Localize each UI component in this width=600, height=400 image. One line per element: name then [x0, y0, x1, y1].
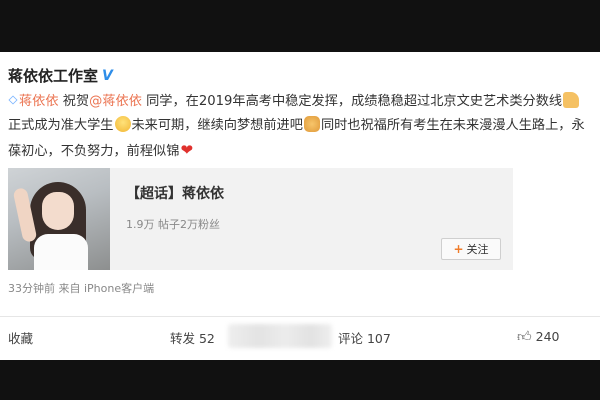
post-text-segment: 同学，在2019年高考中稳定发挥，成绩稳稳超过北京文史艺术类分数线: [146, 94, 563, 109]
follow-button[interactable]: + 关注: [441, 238, 501, 260]
favorite-label: 收藏: [8, 331, 34, 346]
repost-label: 转发 52: [170, 331, 215, 346]
post-header: 蒋依依工作室 V: [8, 65, 113, 86]
favorite-button[interactable]: 收藏: [8, 328, 33, 347]
post-time-source: 33分钟前 来自 iPhone客户端: [8, 282, 155, 295]
mention-link[interactable]: @蒋依依: [89, 94, 142, 109]
mention-link[interactable]: 蒋依依: [19, 94, 59, 109]
topic-title[interactable]: 【超话】蒋依依: [126, 183, 224, 203]
thumbs-up-icon: [563, 92, 580, 108]
blurred-region: [228, 324, 332, 348]
letterbox-bottom: [0, 360, 600, 400]
thumbs-up-like-icon: 👍︎: [517, 329, 532, 345]
verified-badge-icon: V: [102, 67, 113, 84]
action-divider: [0, 316, 600, 317]
comment-label: 评论 107: [338, 331, 391, 346]
topic-thumbnail: [8, 168, 110, 270]
post-body: 蒋依依 祝贺@蒋依依 同学，在2019年高考中稳定发挥，成绩稳稳超过北京文史艺术…: [8, 90, 592, 164]
account-name[interactable]: 蒋依依工作室: [8, 65, 98, 86]
topic-stats: 1.9万 帖子2万粉丝: [126, 218, 220, 231]
plus-icon: +: [453, 242, 464, 256]
repost-button[interactable]: 转发 52: [170, 328, 215, 347]
super-topic-card[interactable]: 【超话】蒋依依 1.9万 帖子2万粉丝 + 关注: [8, 168, 513, 270]
like-count: 240: [535, 329, 560, 344]
fist-bump-icon: [303, 116, 320, 132]
post-text-segment: 未来可期，继续向梦想前进吧: [131, 118, 303, 133]
fan-badge-icon: [8, 96, 18, 104]
post-text-segment: 祝贺: [62, 94, 90, 109]
happy-face-icon: [114, 116, 131, 132]
red-heart-icon: ❤: [180, 141, 194, 159]
weibo-post-card: 蒋依依工作室 V 蒋依依 祝贺@蒋依依 同学，在2019年高考中稳定发挥，成绩稳…: [0, 52, 600, 360]
post-text-segment: 正式成为准大学生: [8, 118, 114, 133]
letterbox-top: [0, 0, 600, 52]
like-button[interactable]: 👍︎ 240: [517, 328, 560, 345]
follow-label: 关注: [466, 243, 489, 256]
comment-button[interactable]: 评论 107: [338, 328, 391, 347]
